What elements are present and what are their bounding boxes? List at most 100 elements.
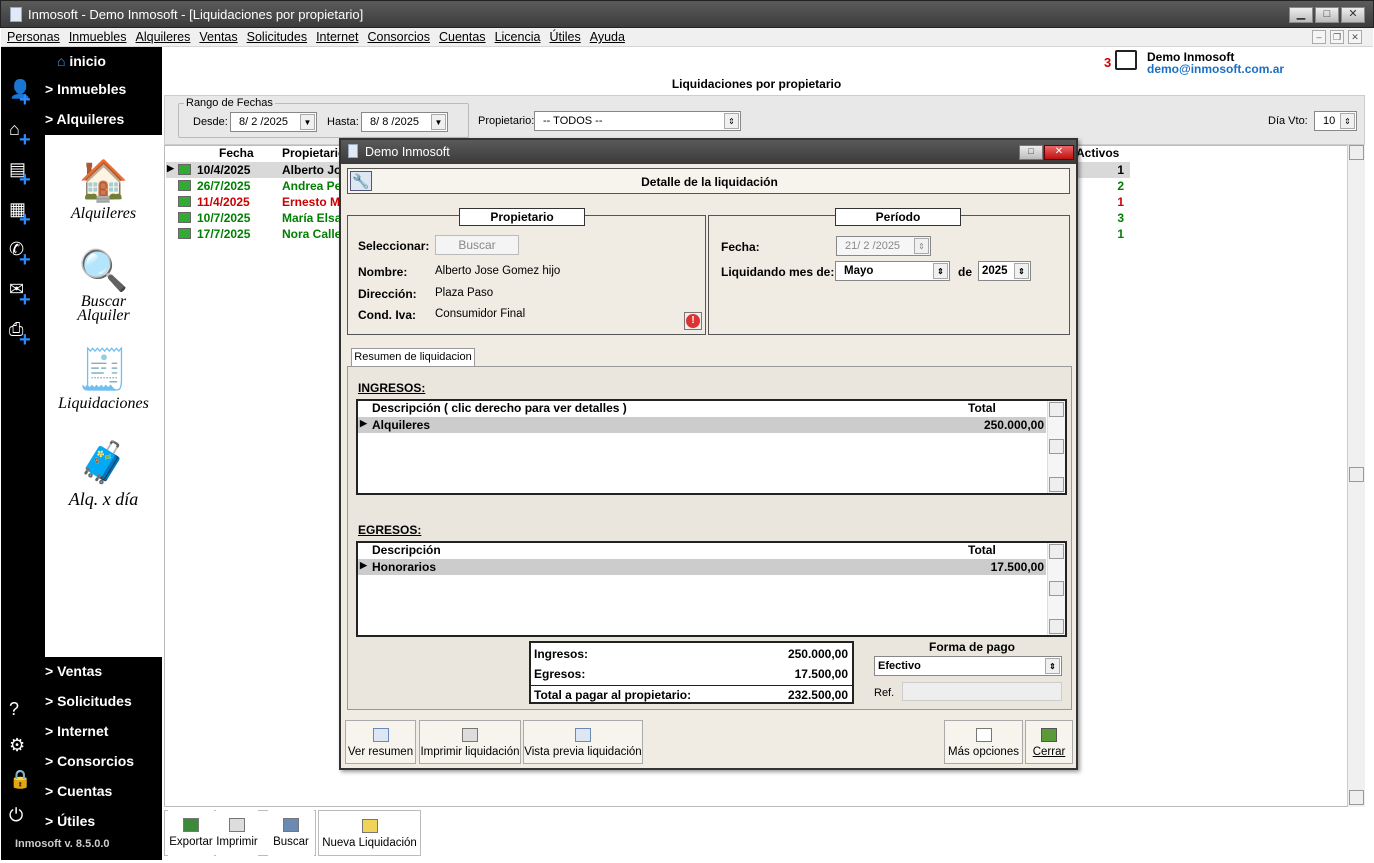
menu-inmuebles[interactable]: Inmuebles (69, 28, 127, 46)
exportar-button[interactable]: Exportar (168, 810, 214, 856)
ref-input[interactable] (902, 682, 1062, 701)
nav-cuentas[interactable]: > Cuentas (45, 783, 112, 799)
menu-licencia[interactable]: Licencia (495, 28, 541, 46)
forma-pago-select[interactable]: Efectivo ⇕ (874, 656, 1062, 676)
module-icons: 🏠 Alquileres 🔍 Buscar Alquiler 🧾 Liquida… (45, 135, 162, 657)
nav-ventas[interactable]: > Ventas (45, 663, 102, 679)
ingresos-scrollbar[interactable] (1047, 401, 1065, 493)
nav-inmuebles[interactable]: > Inmuebles (45, 81, 126, 97)
updown-icon[interactable]: ⇕ (1014, 263, 1029, 279)
scroll-down-button[interactable] (1049, 619, 1064, 634)
scroll-thumb[interactable] (1349, 467, 1364, 482)
divider (531, 685, 852, 686)
menu-cuentas[interactable]: Cuentas (439, 28, 486, 46)
dia-vto-label: Día Vto: (1268, 115, 1308, 127)
close-button[interactable]: ✕ (1341, 7, 1365, 23)
nueva-liquidacion-button[interactable]: Nueva Liquidación (318, 810, 421, 856)
menu-consorcios[interactable]: Consorcios (367, 28, 430, 46)
scroll-up-button[interactable] (1049, 402, 1064, 417)
maximize-button[interactable]: □ (1315, 7, 1339, 23)
mdi-close-button[interactable]: ✕ (1348, 30, 1362, 44)
calendar-clock-icon[interactable] (1115, 50, 1137, 70)
fecha-picker[interactable]: 21/ 2 /2025 ⇕ (836, 236, 931, 256)
vista-previa-button[interactable]: Vista previa liquidación (523, 720, 643, 764)
menu-utiles[interactable]: Útiles (549, 28, 580, 46)
date-range-group: Rango de Fechas Desde: 8/ 2 /2025 ▼ Hasta… (178, 97, 469, 138)
updown-icon[interactable]: ⇕ (724, 113, 739, 129)
scroll-down-button[interactable] (1349, 790, 1364, 805)
binoculars-icon (283, 818, 299, 832)
dialog-maximize-button[interactable]: □ (1019, 145, 1043, 160)
forma-pago-label: Forma de pago (929, 640, 1016, 654)
nav-internet[interactable]: > Internet (45, 723, 108, 739)
lock-icon[interactable]: 🔒 (9, 769, 31, 790)
grid-scrollbar[interactable] (1347, 145, 1365, 807)
ingresos-total-value: 250.000,00 (787, 647, 848, 661)
nav-utiles[interactable]: > Útiles (45, 813, 95, 829)
table-row[interactable]: ▶ Alquileres 250.000,00 (358, 417, 1046, 433)
row-activos: 1 (1117, 195, 1124, 209)
nav-solicitudes[interactable]: > Solicitudes (45, 693, 132, 709)
chevron-down-icon[interactable]: ▼ (300, 114, 315, 130)
mes-select[interactable]: Mayo ⇕ (835, 261, 950, 281)
col-propietario[interactable]: Propietario (282, 146, 345, 160)
buscar-alquiler-module[interactable]: 🔍 Buscar Alquiler (45, 247, 162, 324)
nav-consorcios[interactable]: > Consorcios (45, 753, 134, 769)
egresos-col-desc: Descripción (372, 543, 441, 557)
user-email[interactable]: demo@inmosoft.com.ar (1147, 62, 1284, 76)
dialog-close-button[interactable]: ✕ (1044, 145, 1074, 160)
updown-icon[interactable]: ⇕ (1045, 658, 1060, 674)
help-icon[interactable]: ? (9, 699, 19, 720)
buscar-button[interactable]: Buscar (268, 810, 314, 856)
scroll-up-button[interactable] (1049, 544, 1064, 559)
nav-alquileres[interactable]: > Alquileres (45, 111, 124, 127)
liquidaciones-module[interactable]: 🧾 Liquidaciones (45, 345, 162, 413)
hasta-date-picker[interactable]: 8/ 8 /2025 ▼ (361, 112, 448, 132)
alq-x-dia-module[interactable]: 🧳 Alq. x día (45, 437, 162, 510)
scroll-up-button[interactable] (1349, 145, 1364, 160)
updown-icon[interactable]: ⇕ (1340, 113, 1355, 129)
imprimir-button[interactable]: Imprimir (216, 810, 258, 856)
row-fecha: 11/4/2025 (197, 195, 250, 209)
col-activos[interactable]: Activos (1076, 146, 1119, 160)
updown-icon[interactable]: ⇕ (933, 263, 948, 279)
alquileres-module[interactable]: 🏠 Alquileres (45, 157, 162, 223)
row-propietario: María Elsa (282, 211, 342, 225)
imprimir-liquidacion-button[interactable]: Imprimir liquidación (419, 720, 521, 764)
egresos-scrollbar[interactable] (1047, 543, 1065, 635)
scroll-thumb[interactable] (1049, 581, 1064, 596)
menu-internet[interactable]: Internet (316, 28, 358, 46)
updown-icon[interactable]: ⇕ (914, 238, 929, 254)
ver-resumen-button[interactable]: Ver resumen (345, 720, 416, 764)
buscar-propietario-button[interactable]: Buscar (435, 235, 519, 255)
tab-resumen[interactable]: Resumen de liquidacion (351, 348, 475, 366)
table-row[interactable]: ▶ Honorarios 17.500,00 (358, 559, 1046, 575)
col-fecha[interactable]: Fecha (219, 146, 254, 160)
dia-vto-spinner[interactable]: 10 ⇕ (1314, 111, 1357, 131)
nav-inicio[interactable]: ⌂ inicio (57, 53, 106, 69)
power-icon[interactable]: ⏻ (9, 805, 23, 826)
mdi-restore-button[interactable]: ❐ (1330, 30, 1344, 44)
chevron-down-icon[interactable]: ▼ (431, 114, 446, 130)
plus-icon: + (19, 249, 31, 271)
gear-icon[interactable]: ⚙ (9, 735, 25, 756)
mdi-minimize-button[interactable]: – (1312, 30, 1326, 44)
row-propietario: Andrea Pe (282, 179, 342, 193)
menu-solicitudes[interactable]: Solicitudes (247, 28, 307, 46)
menu-ayuda[interactable]: Ayuda (590, 28, 625, 46)
direccion-label: Dirección: (358, 287, 417, 301)
desde-date-picker[interactable]: 8/ 2 /2025 ▼ (230, 112, 317, 132)
menu-alquileres[interactable]: Alquileres (136, 28, 191, 46)
alert-icon[interactable]: ! (684, 312, 702, 330)
add-document-icon (975, 728, 992, 742)
scroll-down-button[interactable] (1049, 477, 1064, 492)
scroll-thumb[interactable] (1049, 439, 1064, 454)
mas-opciones-button[interactable]: Más opciones (944, 720, 1023, 764)
minimize-button[interactable]: ▁ (1289, 7, 1313, 23)
propietario-select[interactable]: -- TODOS -- ⇕ (534, 111, 741, 131)
row-propietario: Ernesto M (282, 195, 341, 209)
anio-spinner[interactable]: 2025 ⇕ (978, 261, 1031, 281)
menu-ventas[interactable]: Ventas (199, 28, 237, 46)
cerrar-button[interactable]: Cerrar (1025, 720, 1073, 764)
menu-personas[interactable]: Personas (7, 28, 60, 46)
